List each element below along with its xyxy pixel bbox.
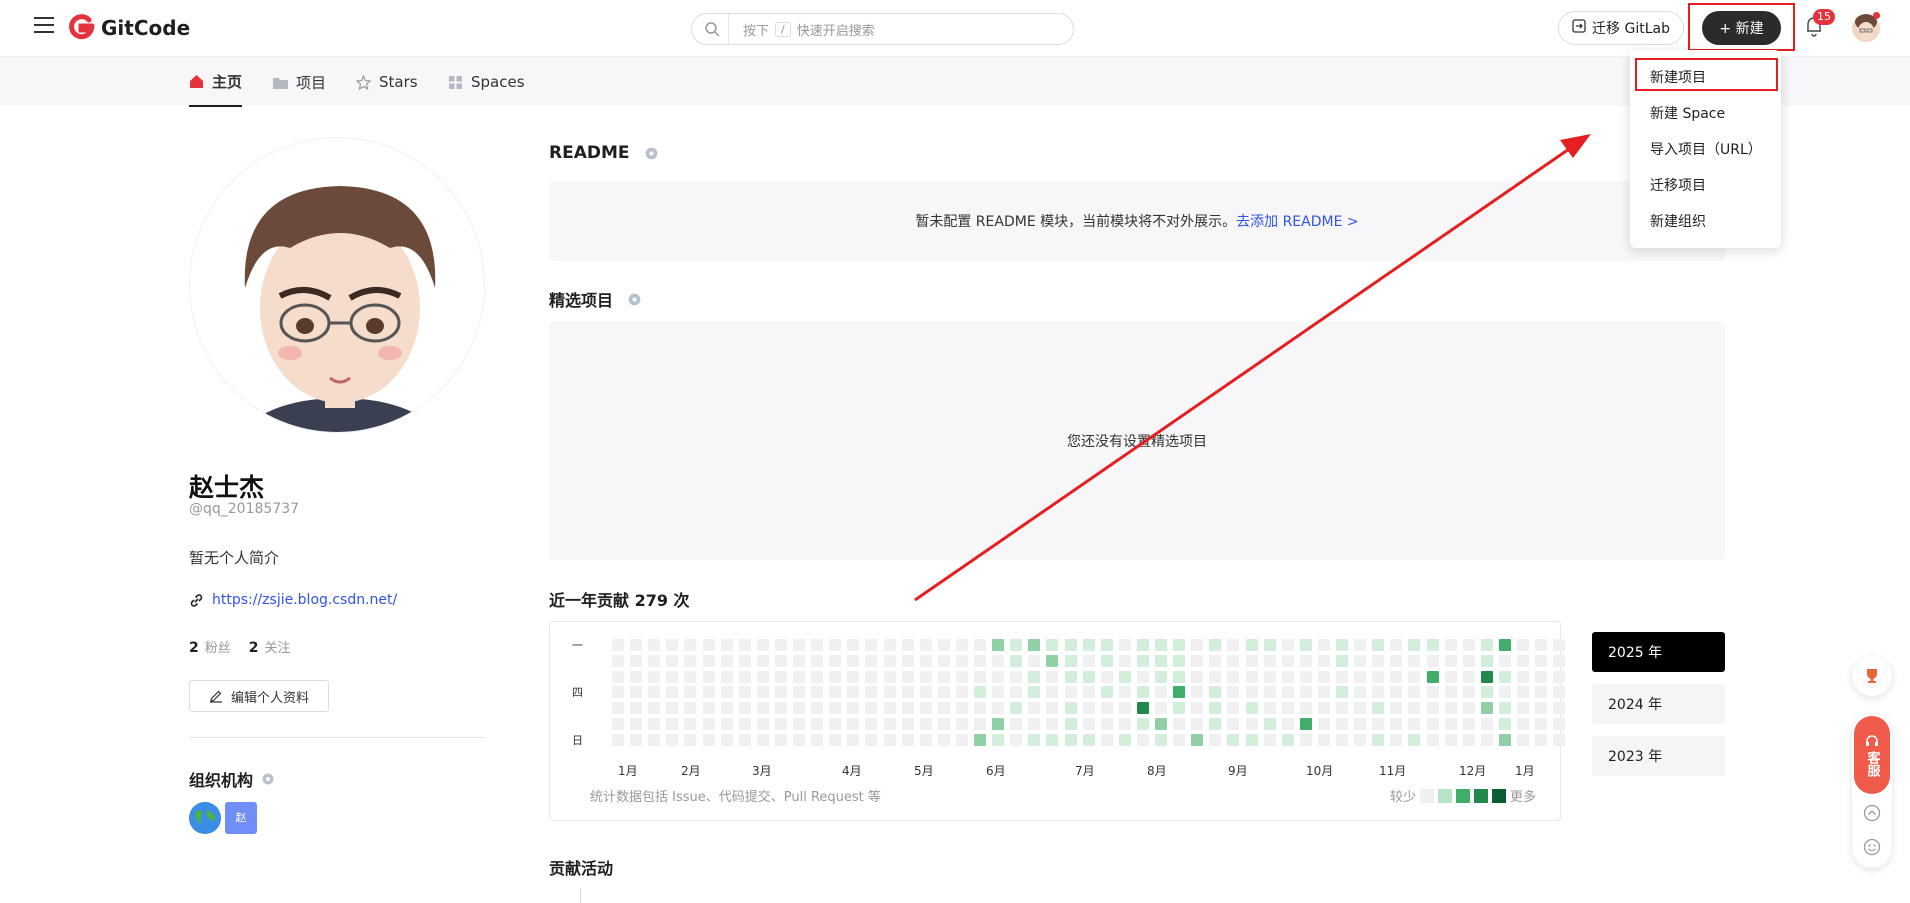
trophy-icon [1867,669,1877,683]
trophy-button[interactable] [1852,656,1892,696]
customer-service-button[interactable]: 客服 [1854,716,1890,794]
customer-service-label: 客服 [1864,751,1880,777]
annotation-arrow [914,134,1591,602]
scroll-top-icon[interactable] [1863,804,1881,822]
headset-icon [1866,735,1878,746]
feedback-smile-icon[interactable] [1863,838,1881,856]
